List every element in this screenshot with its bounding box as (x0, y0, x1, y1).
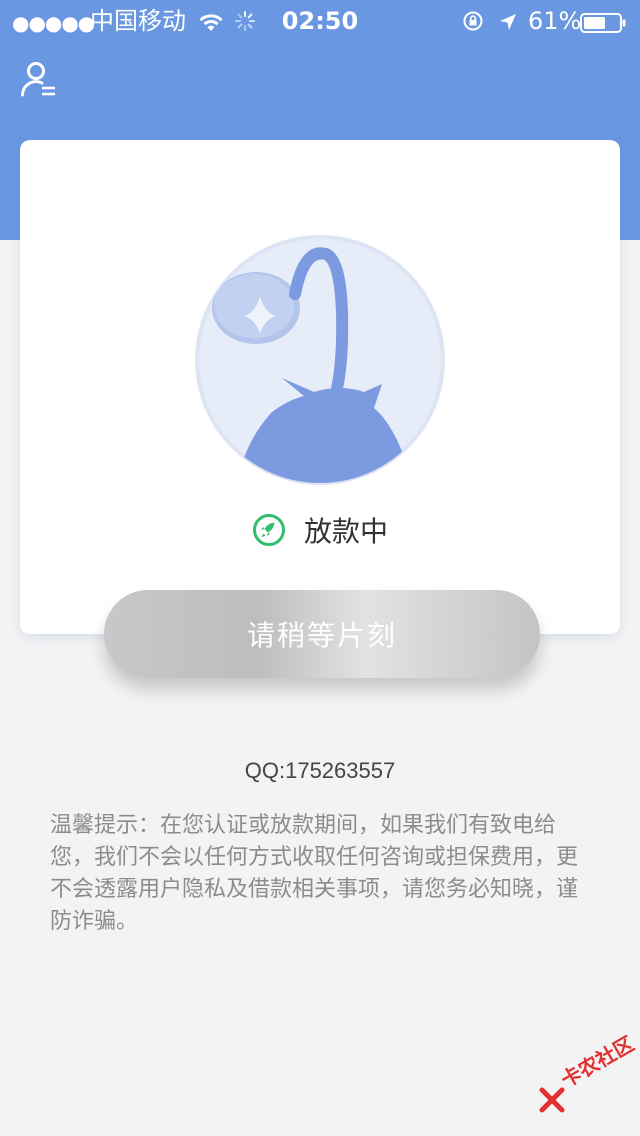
loan-status-text: 放款中 (303, 515, 388, 548)
status-bar: ●●●●● 中国移动 02:50 61% (0, 0, 640, 40)
user-menu-icon[interactable] (20, 60, 58, 98)
disbursement-illustration (192, 232, 448, 488)
wait-button[interactable]: 请稍等片刻 (104, 590, 540, 678)
status-row: 放款中 (20, 508, 620, 552)
watermark: 卡农社区 (532, 1031, 640, 1120)
battery-percentage: 61% (528, 7, 582, 35)
rocket-icon (252, 513, 286, 547)
rotation-lock-icon (462, 9, 484, 39)
qq-contact: QQ:175263557 (244, 758, 396, 783)
location-arrow-icon (498, 9, 518, 39)
warm-tip-text: 温馨提示：在您认证或放款期间，如果我们有致电给您，我们不会以任何方式收取任何咨询… (50, 813, 579, 934)
battery-icon (580, 10, 626, 33)
watermark-text: 卡农社区 (556, 1031, 639, 1093)
watermark-logo-icon (539, 1087, 565, 1113)
loan-status-card: 放款中 (20, 140, 620, 634)
